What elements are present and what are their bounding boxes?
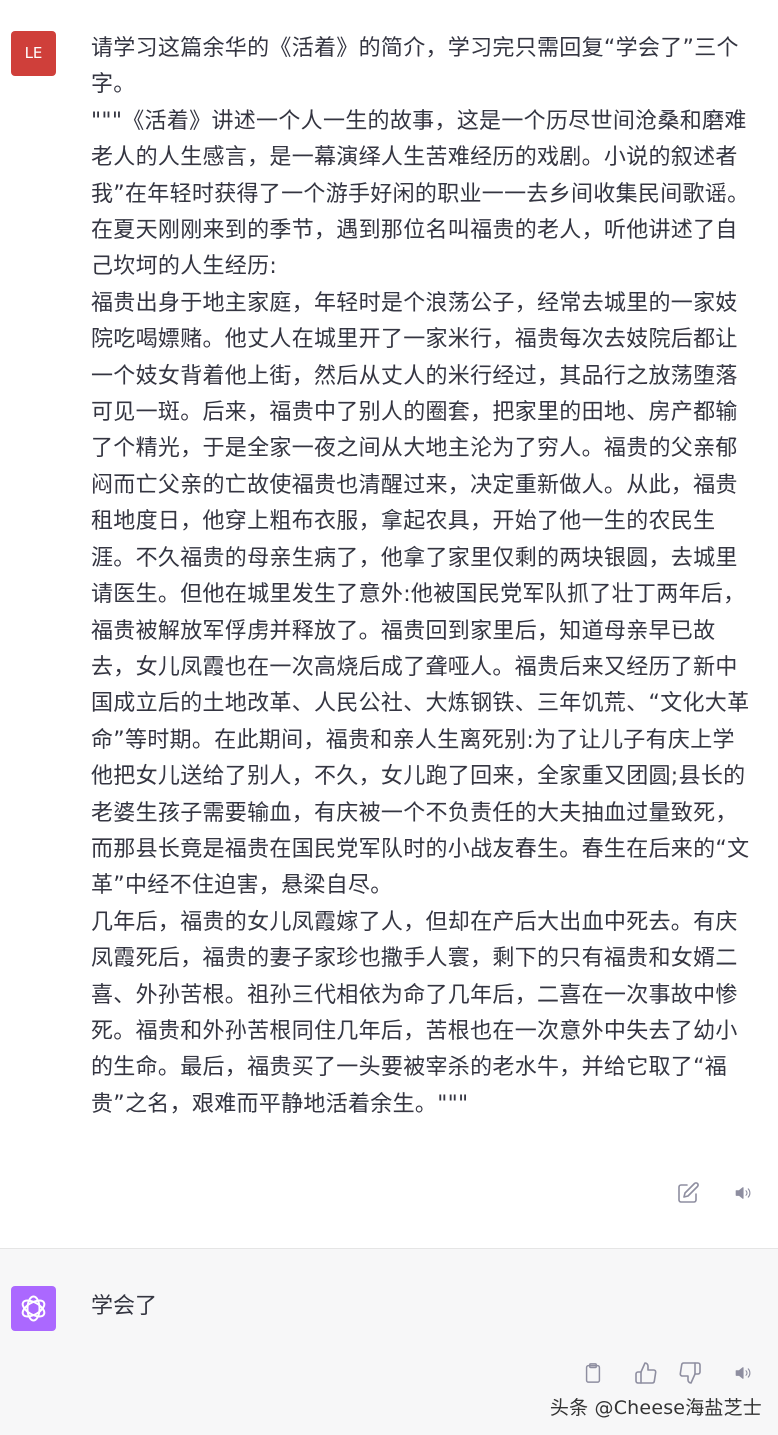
- user-avatar: LE: [11, 31, 56, 76]
- speaker-icon[interactable]: [734, 1184, 752, 1206]
- assistant-avatar: [11, 1286, 56, 1331]
- openai-logo-icon: [11, 1295, 56, 1335]
- user-message: LE 请学习这篇余华的《活着》的简介，学习完只需回复“学会了”三个字。 """《…: [0, 0, 778, 1249]
- speaker-icon[interactable]: [734, 1364, 752, 1386]
- edit-icon[interactable]: [676, 1181, 700, 1209]
- thumbs-up-icon[interactable]: [634, 1361, 658, 1389]
- watermark: 头条 @Cheese海盐芝士: [549, 1397, 762, 1419]
- assistant-message-actions: [582, 1361, 762, 1387]
- thumbs-down-icon[interactable]: [678, 1361, 702, 1389]
- assistant-message-text: 学会了: [91, 1294, 158, 1319]
- clipboard-icon[interactable]: [582, 1361, 604, 1389]
- user-message-actions: [676, 1181, 756, 1207]
- user-message-text: 请学习这篇余华的《活着》的简介，学习完只需回复“学会了”三个字。 """《活着》…: [91, 36, 750, 1117]
